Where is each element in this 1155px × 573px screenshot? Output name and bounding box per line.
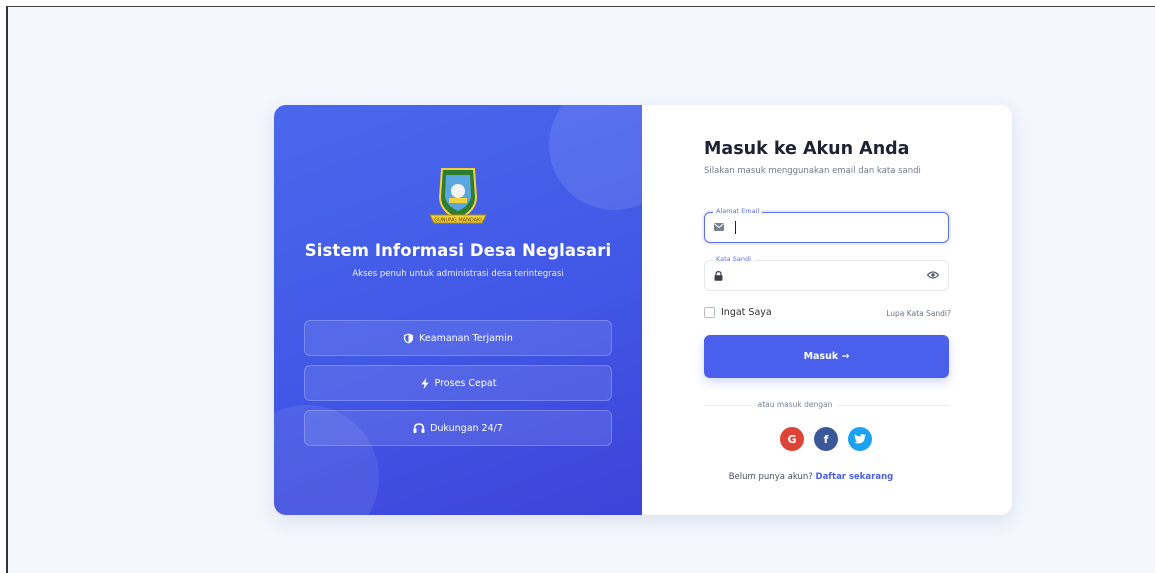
form-subtitle: Silakan masuk menggunakan email dan kata… bbox=[704, 166, 921, 176]
facebook-login-button[interactable]: f bbox=[814, 427, 838, 451]
feature-speed: Proses Cepat bbox=[304, 365, 612, 401]
google-login-button[interactable]: G bbox=[780, 427, 804, 451]
envelope-icon bbox=[714, 223, 724, 231]
feature-support: Dukungan 24/7 bbox=[304, 410, 612, 446]
signup-link[interactable]: Daftar sekarang bbox=[816, 472, 894, 482]
forgot-password-link[interactable]: Lupa Kata Sandi? bbox=[886, 309, 951, 318]
decorative-circle bbox=[549, 105, 642, 210]
password-field[interactable]: Kata Sandi bbox=[704, 255, 949, 291]
app-title: Sistem Informasi Desa Neglasari bbox=[304, 241, 612, 260]
facebook-icon: f bbox=[823, 432, 829, 446]
twitter-login-button[interactable] bbox=[848, 427, 872, 451]
divider-text: atau masuk dengan bbox=[751, 400, 839, 409]
email-input[interactable] bbox=[729, 218, 923, 238]
email-field[interactable]: Alamat Email bbox=[704, 207, 949, 243]
text-cursor bbox=[735, 221, 736, 234]
password-input[interactable] bbox=[729, 266, 923, 286]
eye-icon[interactable] bbox=[927, 271, 939, 279]
feature-label: Dukungan 24/7 bbox=[430, 422, 503, 434]
shield-icon bbox=[404, 332, 414, 344]
twitter-icon bbox=[854, 434, 866, 444]
feature-label: Keamanan Terjamin bbox=[419, 332, 513, 344]
browser-viewport: GUNUNG MANDAKI Sistem Informasi Desa Neg… bbox=[6, 6, 1155, 573]
app-subtitle: Akses penuh untuk administrasi desa teri… bbox=[352, 269, 564, 279]
remember-label: Ingat Saya bbox=[721, 307, 772, 318]
village-logo: GUNUNG MANDAKI bbox=[422, 165, 494, 229]
form-title: Masuk ke Akun Anda bbox=[704, 139, 910, 159]
feature-label: Proses Cepat bbox=[434, 377, 497, 389]
login-form-panel: Masuk ke Akun Anda Silakan masuk menggun… bbox=[642, 105, 1012, 515]
google-icon: G bbox=[787, 432, 797, 446]
password-label: Kata Sandi bbox=[713, 255, 754, 263]
lock-icon bbox=[714, 271, 723, 281]
login-button[interactable]: Masuk → bbox=[704, 335, 949, 378]
headset-icon bbox=[413, 422, 425, 433]
remember-me[interactable]: Ingat Saya bbox=[704, 307, 772, 318]
remember-checkbox[interactable] bbox=[704, 307, 715, 318]
feature-security: Keamanan Terjamin bbox=[304, 320, 612, 356]
bolt-icon bbox=[420, 377, 429, 389]
signup-row: Belum punya akun? Daftar sekarang bbox=[642, 472, 1012, 482]
email-label: Alamat Email bbox=[713, 207, 763, 215]
signup-prompt: Belum punya akun? bbox=[728, 472, 813, 482]
branding-panel: GUNUNG MANDAKI Sistem Informasi Desa Neg… bbox=[274, 105, 642, 515]
logo-banner-text: GUNUNG MANDAKI bbox=[434, 218, 482, 224]
divider: atau masuk dengan bbox=[642, 400, 1012, 409]
login-card: GUNUNG MANDAKI Sistem Informasi Desa Neg… bbox=[274, 105, 1012, 515]
